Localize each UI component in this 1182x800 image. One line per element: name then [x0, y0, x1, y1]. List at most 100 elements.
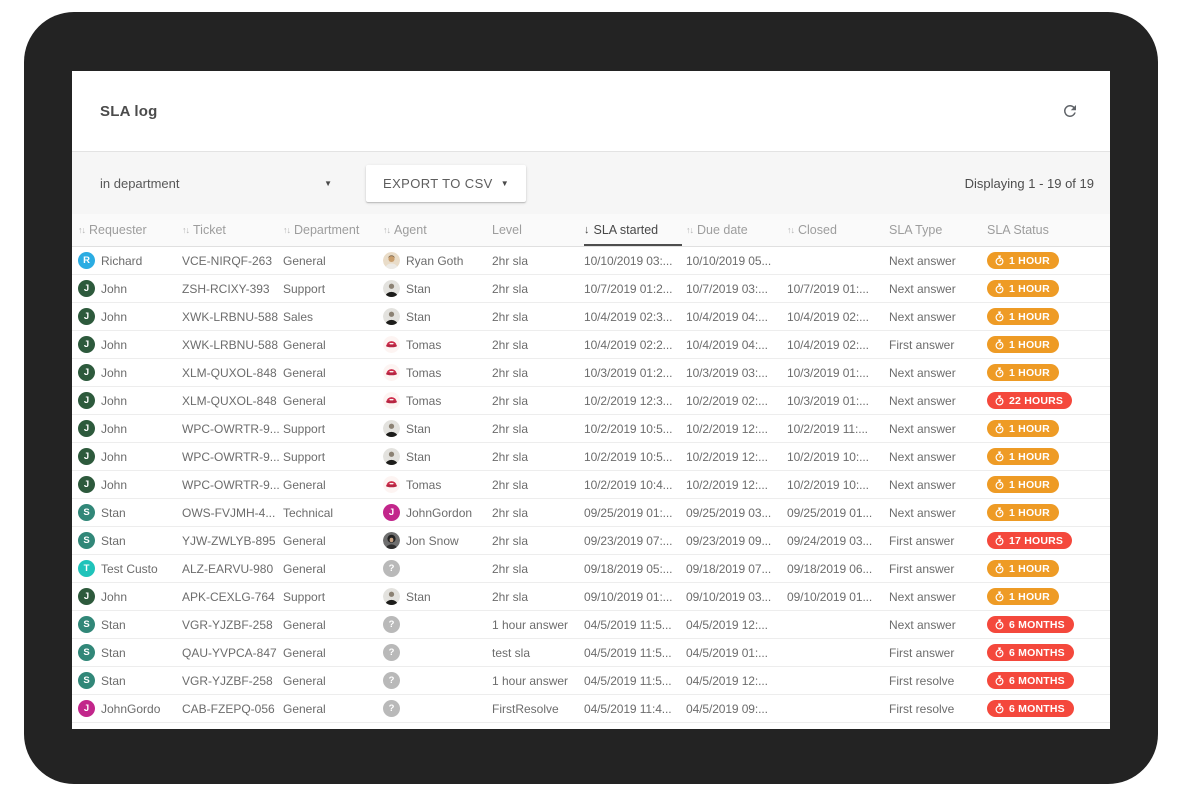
table-row[interactable]: JJohnXWK-LRBNU-588SalesStan2hr sla10/4/2…: [72, 303, 1110, 331]
requester-avatar: J: [78, 336, 95, 353]
table-row[interactable]: SStanYJW-ZWLYB-895GeneralJon Snow2hr sla…: [72, 527, 1110, 555]
sla-type-cell: Next answer: [889, 506, 987, 520]
table-row[interactable]: JJohnAPK-CEXLG-764SupportStan2hr sla09/1…: [72, 583, 1110, 611]
stopwatch-icon: [994, 367, 1005, 378]
ticket-cell: VGR-YJZBF-258: [182, 674, 283, 688]
table-row[interactable]: JJohnZSH-RCIXY-393SupportStan2hr sla10/7…: [72, 275, 1110, 303]
sla-status-badge: 1 HOUR: [987, 280, 1059, 297]
department-cell: General: [283, 646, 383, 660]
table-row[interactable]: JJohnGordoCAB-FZEPQ-056General?FirstReso…: [72, 695, 1110, 723]
department-cell: General: [283, 338, 383, 352]
sla-type-cell: Next answer: [889, 394, 987, 408]
stopwatch-icon: [994, 283, 1005, 294]
table-row[interactable]: SStanOWS-FVJMH-4...TechnicalJJohnGordon2…: [72, 499, 1110, 527]
requester-avatar: S: [78, 644, 95, 661]
tomas-red-cap-icon: [383, 336, 400, 353]
closed-cell: 10/2/2019 10:...: [787, 450, 889, 464]
department-cell: Support: [283, 590, 383, 604]
column-header-closed[interactable]: ↑↓Closed: [787, 214, 889, 246]
displaying-count: Displaying 1 - 19 of 19: [965, 176, 1094, 191]
column-header-label: Closed: [798, 223, 837, 237]
requester-cell: SStan: [78, 532, 182, 549]
requester-avatar: S: [78, 504, 95, 521]
sla-status-cell: 1 HOUR: [987, 336, 1106, 353]
requester-avatar: J: [78, 280, 95, 297]
table-row[interactable]: SStanVGR-YJZBF-258General?1 hour answer0…: [72, 667, 1110, 695]
column-header-ticket[interactable]: ↑↓Ticket: [182, 214, 283, 246]
sla-status-cell: 1 HOUR: [987, 588, 1106, 605]
requester-avatar: S: [78, 616, 95, 633]
table-row[interactable]: SStanVGR-YJZBF-258General?1 hour answer0…: [72, 611, 1110, 639]
requester-avatar: R: [78, 252, 95, 269]
requester-name: John: [101, 478, 127, 492]
agent-name: Stan: [406, 450, 431, 464]
sla-type-cell: Next answer: [889, 590, 987, 604]
ryan-goth-photo-icon: [383, 252, 400, 269]
agent-cell: ?: [383, 560, 492, 577]
agent-cell: Stan: [383, 420, 492, 437]
table-row[interactable]: JJohnWPC-OWRTR-9...SupportStan2hr sla10/…: [72, 415, 1110, 443]
page-title: SLA log: [100, 103, 158, 120]
sla-type-cell: Next answer: [889, 478, 987, 492]
department-cell: General: [283, 478, 383, 492]
table-row[interactable]: JJohnXLM-QUXOL-848GeneralTomas2hr sla10/…: [72, 359, 1110, 387]
level-cell: 2hr sla: [492, 254, 584, 268]
level-cell: FirstResolve: [492, 702, 584, 716]
agent-name: Tomas: [406, 366, 441, 380]
sla-started-cell: 09/18/2019 05:...: [584, 562, 686, 576]
column-header-agent[interactable]: ↑↓Agent: [383, 214, 492, 246]
due-date-cell: 04/5/2019 01:...: [686, 646, 787, 660]
column-header-label: SLA Status: [987, 223, 1049, 237]
requester-name: John: [101, 422, 127, 436]
agent-cell: Tomas: [383, 336, 492, 353]
column-header-sla_started[interactable]: ↓SLA started: [584, 214, 686, 246]
question-mark-icon: ?: [383, 616, 400, 633]
export-to-csv-button[interactable]: EXPORT TO CSV ▼: [366, 165, 526, 202]
column-header-requester[interactable]: ↑↓Requester: [78, 214, 182, 246]
sla-status-cell: 17 HOURS: [987, 532, 1106, 549]
refresh-icon[interactable]: [1056, 97, 1084, 125]
sla-status-cell: 22 HOURS: [987, 392, 1106, 409]
sla-status-badge: 6 MONTHS: [987, 672, 1074, 689]
sla-status-label: 1 HOUR: [1009, 479, 1050, 491]
table-row[interactable]: JJohnXLM-QUXOL-848GeneralTomas2hr sla10/…: [72, 387, 1110, 415]
sla-started-cell: 10/4/2019 02:3...: [584, 310, 686, 324]
table-row[interactable]: JJohnWPC-OWRTR-9...SupportStan2hr sla10/…: [72, 443, 1110, 471]
question-mark-icon: ?: [383, 672, 400, 689]
level-cell: 2hr sla: [492, 422, 584, 436]
page: SLA log in department ▼ EXPORT TO CSV ▼ …: [0, 0, 1182, 800]
sla-status-cell: 1 HOUR: [987, 364, 1106, 381]
agent-avatar: J: [383, 504, 400, 521]
agent-cell: JJohnGordon: [383, 504, 492, 521]
sla-status-label: 1 HOUR: [1009, 563, 1050, 575]
level-cell: 2hr sla: [492, 282, 584, 296]
column-header-due_date[interactable]: ↑↓Due date: [686, 214, 787, 246]
sla-status-cell: 1 HOUR: [987, 448, 1106, 465]
table-row[interactable]: JJohnXWK-LRBNU-588GeneralTomas2hr sla10/…: [72, 331, 1110, 359]
sla-status-badge: 1 HOUR: [987, 336, 1059, 353]
sla-status-label: 1 HOUR: [1009, 591, 1050, 603]
sla-type-cell: Next answer: [889, 618, 987, 632]
table-row[interactable]: SStanQAU-YVPCA-847General?test sla04/5/2…: [72, 639, 1110, 667]
sla-started-cell: 04/5/2019 11:5...: [584, 674, 686, 688]
sla-status-cell: 1 HOUR: [987, 420, 1106, 437]
table-row[interactable]: RRichardVCE-NIRQF-263GeneralRyan Goth2hr…: [72, 247, 1110, 275]
requester-avatar: J: [78, 364, 95, 381]
sla-status-cell: 6 MONTHS: [987, 616, 1106, 633]
sla-status-badge: 1 HOUR: [987, 588, 1059, 605]
sla-type-cell: Next answer: [889, 422, 987, 436]
table-row[interactable]: JJohnWPC-OWRTR-9...GeneralTomas2hr sla10…: [72, 471, 1110, 499]
agent-name: Stan: [406, 422, 431, 436]
department-filter-select[interactable]: in department ▼: [100, 176, 332, 191]
column-header-department[interactable]: ↑↓Department: [283, 214, 383, 246]
level-cell: 2hr sla: [492, 450, 584, 464]
level-cell: 2hr sla: [492, 590, 584, 604]
agent-name: Tomas: [406, 394, 441, 408]
sla-status-cell: 1 HOUR: [987, 308, 1106, 325]
sort-both-icon: ↑↓: [383, 225, 390, 235]
ticket-cell: YJW-ZWLYB-895: [182, 534, 283, 548]
agent-name: Tomas: [406, 338, 441, 352]
stopwatch-icon: [994, 591, 1005, 602]
table-row[interactable]: TTest CustoALZ-EARVU-980General?2hr sla0…: [72, 555, 1110, 583]
column-header-level: Level: [492, 214, 584, 246]
